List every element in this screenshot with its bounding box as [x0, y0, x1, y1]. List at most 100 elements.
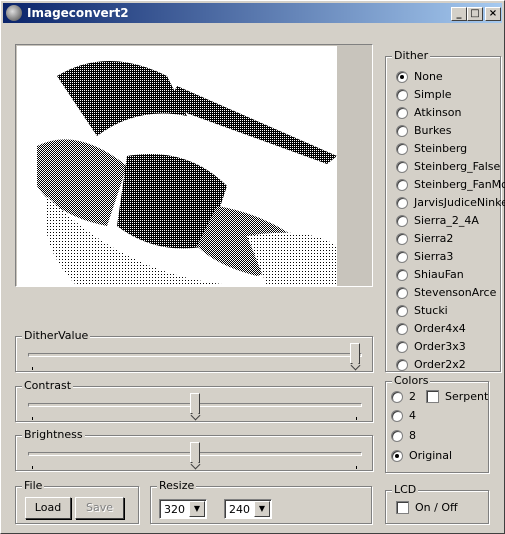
colors-option-original[interactable]: Original: [391, 449, 452, 462]
contrast-slider-thumb[interactable]: [190, 393, 200, 414]
dither-option-label: JarvisJudiceNinke: [414, 196, 505, 209]
slider-tick: [32, 367, 33, 370]
dither-option-burkes[interactable]: Burkes: [396, 124, 452, 137]
checkbox[interactable]: [426, 390, 439, 403]
radio-button[interactable]: [396, 88, 408, 101]
radio-button[interactable]: [396, 304, 408, 317]
title-bar[interactable]: Imageconvert2 _ □ ×: [3, 3, 502, 23]
radio-button[interactable]: [396, 160, 408, 173]
dither-option-label: Steinberg_False: [414, 160, 501, 173]
close-button[interactable]: ×: [485, 7, 501, 21]
dither-option-label: Steinberg: [414, 142, 468, 155]
chevron-down-icon[interactable]: ▼: [254, 501, 270, 517]
dither-option-jarvisjudiceninke[interactable]: JarvisJudiceNinke: [396, 196, 505, 209]
contrast-legend: Contrast: [22, 379, 74, 392]
serpent-checkbox[interactable]: Serpent: [426, 390, 488, 403]
dither-option-label: Steinberg_FanMod: [414, 178, 505, 191]
dither-legend: Dither: [392, 49, 431, 62]
dither-option-sierra2[interactable]: Sierra2: [396, 232, 453, 245]
lcd-group: LCD On / Off: [385, 483, 489, 524]
save-button[interactable]: Save: [75, 497, 124, 519]
brightness-slider-thumb[interactable]: [190, 442, 200, 463]
dither-option-simple[interactable]: Simple: [396, 88, 452, 101]
checkbox[interactable]: [396, 501, 409, 514]
dither-option-sierra3[interactable]: Sierra3: [396, 250, 453, 263]
radio-button[interactable]: [391, 390, 403, 403]
radio-button[interactable]: [396, 178, 408, 191]
colors-option-label: 2: [409, 390, 416, 403]
slider-tick: [32, 417, 33, 420]
dithervalue-group: DitherValue: [15, 329, 373, 372]
dither-option-label: Atkinson: [414, 106, 462, 119]
dither-option-order3x3[interactable]: Order3x3: [396, 340, 466, 353]
resize-width-select[interactable]: 320 ▼: [159, 499, 207, 519]
dither-option-label: ShiauFan: [414, 268, 464, 281]
dither-option-steinberg_false[interactable]: Steinberg_False: [396, 160, 500, 173]
radio-button[interactable]: [396, 358, 408, 371]
brightness-legend: Brightness: [22, 428, 85, 441]
resize-height-value: 240: [229, 503, 250, 516]
radio-button[interactable]: [396, 286, 408, 299]
dithervalue-slider-thumb[interactable]: [350, 343, 360, 364]
dithervalue-legend: DitherValue: [22, 329, 91, 342]
radio-button[interactable]: [391, 429, 403, 442]
dither-option-steinberg[interactable]: Steinberg: [396, 142, 467, 155]
dither-option-steinberg_fanmod[interactable]: Steinberg_FanMod: [396, 178, 505, 191]
dither-option-label: StevensonArce: [414, 286, 497, 299]
slider-tick: [32, 466, 33, 469]
radio-button[interactable]: [396, 250, 408, 263]
dither-option-label: Sierra2: [414, 232, 454, 245]
image-preview: [15, 44, 373, 287]
colors-option-8[interactable]: 8: [391, 429, 416, 442]
dither-option-stevensonarce[interactable]: StevensonArce: [396, 286, 496, 299]
dithervalue-track[interactable]: [28, 353, 362, 357]
dither-option-shiaufan[interactable]: ShiauFan: [396, 268, 464, 281]
dither-option-atkinson[interactable]: Atkinson: [396, 106, 461, 119]
radio-button[interactable]: [391, 449, 403, 462]
colors-option-2[interactable]: 2: [391, 390, 416, 403]
resize-legend: Resize: [157, 479, 197, 492]
radio-button[interactable]: [391, 409, 403, 422]
radio-button[interactable]: [396, 196, 408, 209]
radio-button[interactable]: [396, 142, 408, 155]
radio-button[interactable]: [396, 70, 408, 83]
dither-option-label: None: [414, 70, 443, 83]
minimize-button[interactable]: _: [451, 7, 467, 21]
brightness-group: Brightness: [15, 428, 373, 471]
slider-tick: [356, 466, 357, 469]
radio-button[interactable]: [396, 322, 408, 335]
load-button[interactable]: Load: [25, 497, 71, 519]
colors-legend: Colors: [392, 374, 431, 387]
preview-image: [17, 46, 337, 286]
dither-option-label: Burkes: [414, 124, 452, 137]
radio-button[interactable]: [396, 232, 408, 245]
resize-height-select[interactable]: 240 ▼: [224, 499, 272, 519]
radio-button[interactable]: [396, 214, 408, 227]
radio-button[interactable]: [396, 106, 408, 119]
resize-group: Resize 320 ▼ 240 ▼: [150, 479, 372, 524]
resize-width-value: 320: [164, 503, 185, 516]
slider-tick: [356, 417, 357, 420]
dither-option-none[interactable]: None: [396, 70, 443, 83]
file-group: File Load Save: [15, 479, 139, 524]
radio-button[interactable]: [396, 268, 408, 281]
chevron-down-icon[interactable]: ▼: [189, 501, 205, 517]
dither-option-stucki[interactable]: Stucki: [396, 304, 448, 317]
dither-option-order4x4[interactable]: Order4x4: [396, 322, 466, 335]
dither-option-sierra_2_4a[interactable]: Sierra_2_4A: [396, 214, 479, 227]
dither-option-label: Order3x3: [414, 340, 466, 353]
lcd-legend: LCD: [392, 483, 419, 496]
dither-group: Dither None Simple Atkinson Burkes Steinberg…: [385, 49, 505, 372]
lcd-toggle-label: On / Off: [415, 501, 458, 514]
colors-option-4[interactable]: 4: [391, 409, 416, 422]
dither-option-order2x2[interactable]: Order2x2: [396, 358, 466, 371]
lcd-toggle-checkbox[interactable]: On / Off: [396, 501, 458, 514]
file-legend: File: [22, 479, 45, 492]
radio-button[interactable]: [396, 124, 408, 137]
colors-option-label: Original: [409, 449, 453, 462]
serpent-label: Serpent: [445, 390, 489, 403]
radio-button[interactable]: [396, 340, 408, 353]
dither-option-label: Simple: [414, 88, 452, 101]
maximize-button[interactable]: □: [467, 7, 483, 21]
window-title: Imageconvert2: [27, 6, 129, 20]
